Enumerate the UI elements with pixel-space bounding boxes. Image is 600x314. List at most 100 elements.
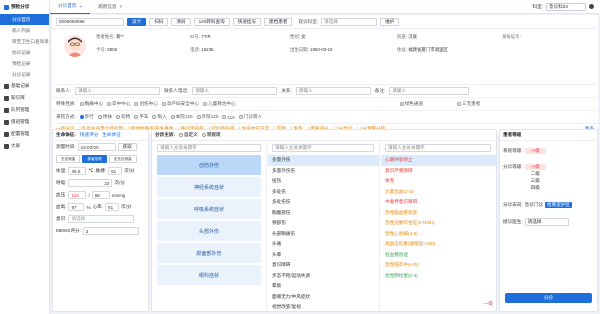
sidebar-item-consult[interactable]: 协诊记录 bbox=[0, 47, 49, 58]
symptom-item[interactable]: 步态不稳/运动失调 bbox=[268, 271, 379, 282]
level-option[interactable]: 四级 bbox=[525, 185, 546, 191]
arrive-110[interactable]: 110 bbox=[222, 115, 235, 120]
arrive-other120[interactable]: 外院120 bbox=[196, 114, 218, 120]
special-maternal[interactable]: 孕产妇安全中心 bbox=[161, 101, 199, 107]
refuse-button[interactable]: 患者拒测 bbox=[82, 155, 107, 163]
category-item[interactable]: 眼科症状 bbox=[157, 265, 261, 285]
green-channel-checkbox[interactable]: 绿色通道 bbox=[399, 101, 423, 107]
user-icon[interactable] bbox=[589, 4, 594, 9]
read-card-button[interactable]: 读卡 bbox=[127, 17, 147, 26]
spo2-input[interactable]: 97 bbox=[68, 203, 85, 211]
sidebar-item-patient-list[interactable]: 病人列表 bbox=[0, 25, 49, 36]
category-item[interactable]: 呼吸系统症状 bbox=[157, 199, 261, 219]
level-option[interactable]: 三级 bbox=[525, 178, 546, 184]
symptom-item[interactable]: 扭伤 bbox=[268, 176, 379, 187]
common-checkbox[interactable]: 常规项 bbox=[201, 132, 221, 138]
grade-item[interactable]: 大量出血(2-3) bbox=[381, 187, 497, 198]
scan-button[interactable]: 扫码 bbox=[149, 17, 169, 26]
sidebar-item-knowledge[interactable]: 知识库 bbox=[0, 92, 49, 104]
special-trauma[interactable]: 创伤中心 bbox=[134, 101, 158, 107]
symptom-item[interactable]: 面瘫无力/中风症状 bbox=[268, 292, 379, 303]
sidebar-item-config[interactable]: 配置管理 bbox=[0, 128, 49, 140]
special-stroke[interactable]: 卒中中心 bbox=[107, 101, 130, 107]
category-item[interactable]: 头部外伤 bbox=[157, 221, 261, 241]
hr-input[interactable]: 61 bbox=[105, 203, 120, 211]
grade-item[interactable]: 中毒伴意识障碍 bbox=[381, 197, 497, 208]
tab-case[interactable]: 病例信息 × bbox=[90, 0, 130, 14]
symptom-search-input[interactable]: 请输入主诉关键字 bbox=[272, 144, 374, 152]
triage-submit-button[interactable]: 分诊 bbox=[505, 293, 592, 303]
symptom-item[interactable]: 视觉改变/复视 bbox=[268, 302, 379, 313]
conscious-select[interactable]: 请选择 bbox=[68, 215, 135, 223]
arrive-outpatient[interactable]: 门诊转入 bbox=[238, 114, 262, 120]
arrive-wheelchair[interactable]: 轮椅 bbox=[116, 114, 130, 120]
no-measure-button[interactable]: 无无法测量 bbox=[108, 155, 137, 163]
symptom-item[interactable]: 多处伤 bbox=[268, 187, 379, 198]
sidebar-item-triage-record[interactable]: 分诊记录 bbox=[0, 69, 49, 80]
contact-phone-input[interactable]: 请输入 bbox=[192, 87, 278, 95]
remark-input[interactable]: 请输入 bbox=[389, 87, 470, 95]
contact-input[interactable]: 请输入 bbox=[75, 87, 161, 95]
symptom-item[interactable]: 头痛 bbox=[268, 239, 379, 250]
card-input[interactable]: 0000000086 bbox=[56, 17, 124, 26]
level-option[interactable]: 一级 bbox=[524, 164, 546, 170]
grade-item[interactable]: 急性脑血管病变 bbox=[381, 208, 497, 219]
arrive-local120[interactable]: 本院120 bbox=[170, 114, 193, 120]
sidebar-title[interactable]: 预检分诊 bbox=[0, 0, 49, 14]
symptom-item[interactable]: 意识障碍 bbox=[268, 260, 379, 271]
close-icon[interactable]: × bbox=[119, 4, 122, 9]
transfer-query-button[interactable]: 120转科查询 bbox=[193, 17, 230, 26]
sidebar-item-home[interactable]: 分诊首页 bbox=[0, 14, 49, 25]
symptom-item[interactable]: 胸腹部伤 bbox=[268, 208, 379, 219]
resp-input[interactable]: 22 bbox=[68, 179, 113, 187]
tab-home[interactable]: 分诊首页 × bbox=[50, 0, 91, 14]
grade-item[interactable]: 急性脑卒中(<4h) bbox=[381, 260, 497, 271]
doctor-select[interactable]: 请选择 bbox=[524, 217, 569, 226]
sidebar-item-duty[interactable]: 值班管理 bbox=[0, 116, 49, 128]
three-none-checkbox[interactable]: 三无患者 bbox=[456, 101, 480, 107]
maintain-button[interactable]: 维护 bbox=[380, 17, 400, 26]
grade-item[interactable]: 意识严重障碍 bbox=[381, 166, 497, 177]
special-child[interactable]: 儿童救治中心 bbox=[203, 101, 236, 107]
sidebar-item-screen[interactable]: 大屏 bbox=[0, 140, 49, 152]
clear-button[interactable]: 清屏 bbox=[171, 17, 191, 26]
category-item[interactable]: 创伤外伤 bbox=[157, 155, 261, 175]
close-icon[interactable]: × bbox=[79, 4, 82, 9]
pulse-input[interactable]: 61 bbox=[108, 167, 123, 175]
sidebar-item-transfer[interactable]: 转至卫生口查询单 bbox=[0, 36, 49, 47]
arrive-carried[interactable]: 抱入 bbox=[152, 114, 167, 120]
custom-checkbox[interactable]: 自定义 bbox=[178, 132, 198, 138]
create-record-button[interactable]: 建档患者 bbox=[264, 17, 293, 26]
dept-select[interactable]: 急诊科03 bbox=[546, 2, 586, 11]
symptom-item[interactable]: 多量外伤伤 bbox=[268, 166, 379, 177]
symptom-item[interactable]: 多处伤伤 bbox=[268, 197, 379, 208]
grade-item[interactable]: 高血压危象(收缩压>180) bbox=[381, 239, 497, 250]
level-option[interactable]: 二级 bbox=[525, 171, 546, 177]
grade-item[interactable]: 低血糖昏迷 bbox=[381, 250, 497, 261]
grade-item[interactable]: 急性心衰竭(4-5) bbox=[381, 229, 497, 240]
grade-item[interactable]: 休克 bbox=[381, 176, 497, 187]
fetch-button[interactable]: 获取 bbox=[117, 143, 137, 151]
sidebar-item-basic[interactable]: 基础记录 bbox=[0, 80, 49, 92]
category-search-input[interactable]: 请输入主诉关键字 bbox=[157, 144, 261, 152]
symptom-item[interactable]: 头晕 bbox=[268, 250, 379, 261]
measure-time-input[interactable]: 15:03:00 bbox=[77, 143, 116, 151]
grade-item[interactable]: 急性冠脉综合征(STEMI) bbox=[381, 218, 497, 229]
vitals-link[interactable]: 生命体征 bbox=[102, 132, 120, 138]
category-item[interactable]: 颜面部外伤 bbox=[157, 243, 261, 263]
arrive-stretcher[interactable]: 平车 bbox=[134, 114, 148, 120]
symptom-item[interactable]: 多量外伤 bbox=[268, 155, 379, 166]
arrive-support[interactable]: 搀扶 bbox=[97, 114, 112, 120]
special-chest[interactable]: 胸痛中心 bbox=[79, 101, 103, 107]
bp-dia-input[interactable]: 68 bbox=[91, 191, 110, 199]
category-item[interactable]: 神经系统症状 bbox=[157, 177, 261, 197]
symptom-item[interactable]: 头部胸痛伤 bbox=[268, 229, 379, 240]
grade-item[interactable]: 急性肺栓塞(2-4) bbox=[381, 271, 497, 282]
quick-register-button[interactable]: 快速挂号 bbox=[232, 17, 262, 26]
arrive-walk[interactable]: 步行 bbox=[79, 114, 94, 120]
dept-input[interactable]: 请选择 bbox=[321, 17, 378, 26]
sidebar-item-precheck-record[interactable]: 预检记录 bbox=[0, 58, 49, 69]
quick-score-link[interactable]: 快速评分 bbox=[80, 132, 98, 138]
temp-input[interactable]: 36.5 bbox=[68, 167, 87, 175]
area-value[interactable]: 急诊门诊 bbox=[525, 202, 543, 208]
